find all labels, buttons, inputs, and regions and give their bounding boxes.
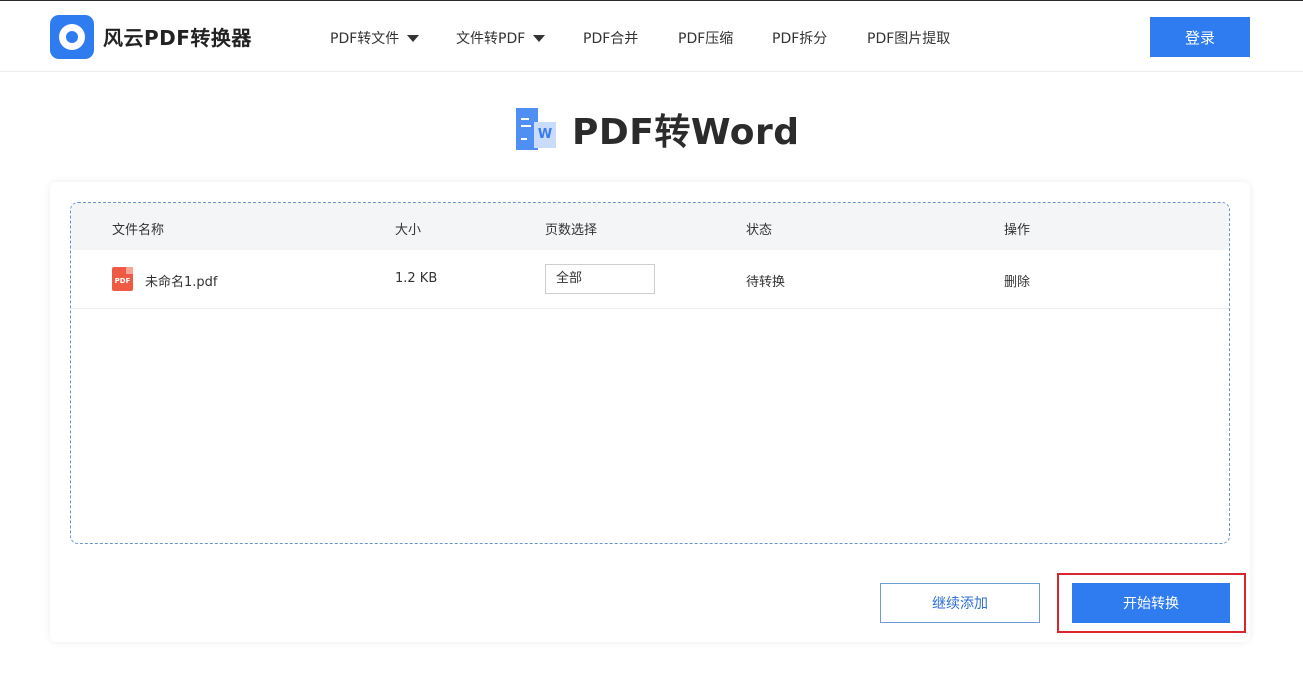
column-header-filename: 文件名称	[112, 223, 165, 238]
column-header-status: 状态	[746, 223, 773, 238]
column-header-action: 操作	[1004, 223, 1031, 238]
nav-item-label: PDF合并	[583, 31, 639, 47]
file-drop-zone[interactable]: 文件名称 大小 页数选择 状态 操作 PDF 未命名1.pdf 1.2 KB 全…	[70, 202, 1230, 544]
pdf-file-icon: PDF	[112, 267, 133, 291]
nav-item-pdf-to-file[interactable]: PDF转文件	[330, 28, 420, 48]
top-header: 风云PDF转换器 PDF转文件 文件转PDF PDF合并 PDF压缩 PDF拆分…	[0, 0, 1303, 72]
brand-name: 风云PDF转换器	[103, 26, 252, 50]
table-header: 文件名称 大小 页数选择 状态 操作	[71, 203, 1229, 250]
nav-item-pdf-split[interactable]: PDF拆分	[772, 28, 827, 48]
app-logo-icon	[50, 14, 94, 59]
brand[interactable]: 风云PDF转换器	[50, 14, 252, 59]
page-heading: W PDF转Word	[516, 104, 800, 154]
column-header-pages: 页数选择	[545, 223, 598, 238]
column-header-size: 大小	[395, 223, 422, 238]
start-convert-button[interactable]: 开始转换	[1072, 583, 1230, 623]
nav-item-label: PDF拆分	[772, 31, 828, 47]
nav-item-label: PDF图片提取	[867, 31, 951, 47]
add-more-button[interactable]: 继续添加	[880, 583, 1040, 623]
conversion-panel: 文件名称 大小 页数选择 状态 操作 PDF 未命名1.pdf 1.2 KB 全…	[50, 182, 1250, 642]
file-name: 未命名1.pdf	[145, 275, 218, 290]
page-title: PDF转Word	[572, 112, 800, 153]
nav-item-label: PDF压缩	[678, 31, 734, 47]
nav-item-label: 文件转PDF	[456, 31, 526, 47]
page-range-select[interactable]: 全部	[545, 264, 655, 294]
file-size: 1.2 KB	[395, 271, 438, 286]
login-button[interactable]: 登录	[1150, 17, 1250, 57]
caret-down-icon	[533, 34, 546, 42]
nav-item-pdf-compress[interactable]: PDF压缩	[678, 28, 733, 48]
caret-down-icon	[407, 34, 420, 42]
status-text: 待转换	[746, 275, 786, 290]
nav-item-label: PDF转文件	[330, 31, 400, 47]
word-document-icon: W	[516, 106, 558, 152]
nav-item-pdf-image-extract[interactable]: PDF图片提取	[867, 28, 950, 48]
nav-item-pdf-merge[interactable]: PDF合并	[583, 28, 638, 48]
nav-item-file-to-pdf[interactable]: 文件转PDF	[456, 28, 546, 48]
delete-link[interactable]: 删除	[1004, 271, 1030, 290]
table-row: PDF 未命名1.pdf 1.2 KB 全部 待转换 删除	[71, 250, 1229, 309]
